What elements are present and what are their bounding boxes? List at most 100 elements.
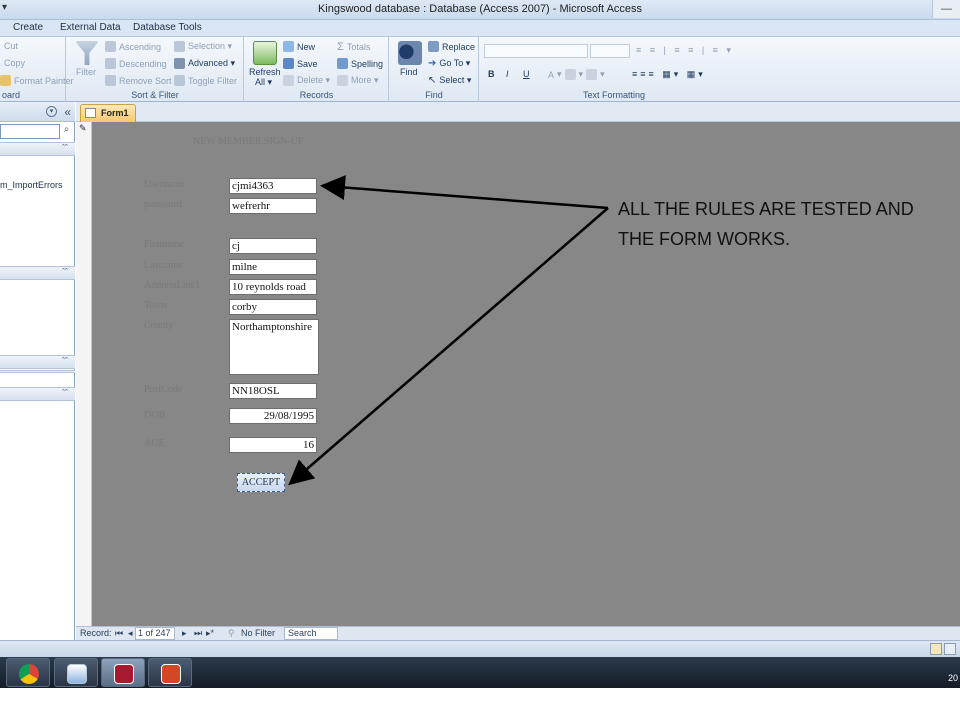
new-record-nav-button[interactable]: ▸* <box>206 628 214 639</box>
taskbar-strip: 20 <box>0 657 960 688</box>
format-painter-button[interactable]: Format Painter <box>0 75 74 86</box>
copy-button[interactable]: Copy <box>4 58 25 68</box>
filter-button[interactable]: Filter <box>76 67 96 77</box>
fill-icon <box>586 69 598 80</box>
new-record-button[interactable]: New <box>283 41 315 52</box>
tab-database-tools[interactable]: Database Tools <box>133 22 202 33</box>
selection-button[interactable]: Selection ▾ <box>174 41 232 52</box>
save-icon <box>283 58 294 69</box>
network-icon <box>67 664 87 684</box>
collapse-section-icon[interactable]: ˆˆ <box>62 267 68 277</box>
arrow-to-username <box>320 175 609 210</box>
tab-external-data[interactable]: External Data <box>60 22 121 33</box>
nav-section-header[interactable]: ˆˆ <box>0 266 75 280</box>
refresh-all-dropdown[interactable]: All ▾ <box>255 77 272 88</box>
spelling-button[interactable]: Spelling <box>337 58 383 69</box>
next-record-button[interactable]: ▸ <box>182 628 187 639</box>
record-position: 1 of 247 <box>138 628 171 638</box>
clipboard-group: Cut Copy Format Painter oard <box>0 37 74 102</box>
refresh-icon <box>253 41 277 65</box>
refresh-all-button[interactable]: Refresh <box>249 67 281 77</box>
taskbar-chrome-button[interactable] <box>6 658 50 687</box>
form-canvas: NEW MEMBER SIGN-UP Username cjmi4363 pas… <box>92 122 960 626</box>
delete-icon <box>283 75 294 86</box>
record-navigation-bar: Record: ⏮ ◂ 1 of 247 ▸ ⏭ ▸* ⚲ No Filter … <box>76 626 960 640</box>
bold-button[interactable]: B <box>488 69 495 79</box>
collapse-section-icon[interactable]: ˆˆ <box>62 143 68 153</box>
last-record-button[interactable]: ⏭ <box>194 628 202 639</box>
toggle-filter-icon <box>174 75 185 86</box>
remove-sort-icon <box>105 75 116 86</box>
tab-form1[interactable]: Form1 <box>80 104 136 122</box>
ascending-button[interactable]: Ascending <box>105 41 161 52</box>
status-bar <box>0 640 960 657</box>
tab-create[interactable]: Create <box>13 22 43 33</box>
ribbon-tabs: Create External Data Database Tools <box>0 20 960 37</box>
nav-section-header[interactable]: ˆˆ <box>0 142 75 156</box>
record-label: Record: <box>80 628 112 638</box>
collapse-nav-pane-icon[interactable]: « <box>64 105 71 119</box>
select-button[interactable]: ↖ Select ▾ <box>428 75 471 86</box>
filter-icon <box>75 41 99 65</box>
sigma-icon: Σ <box>337 41 344 53</box>
go-to-button[interactable]: ➔ Go To ▾ <box>428 58 470 69</box>
format-painter-icon <box>0 75 11 86</box>
annotation-line-1: ALL THE RULES ARE TESTED AND <box>618 199 914 219</box>
find-button[interactable]: Find <box>400 67 418 77</box>
replace-button[interactable]: Replace <box>428 41 475 52</box>
find-group: Find Replace ➔ Go To ▾ ↖ Select ▾ Find <box>390 37 479 102</box>
totals-button[interactable]: Σ Totals <box>337 41 370 53</box>
find-group-label: Find <box>425 90 443 100</box>
font-color-button[interactable]: A ▾ ▾ ▾ <box>548 69 605 80</box>
previous-record-button[interactable]: ◂ <box>128 628 133 639</box>
form-view-icon[interactable] <box>930 643 942 655</box>
document-tab-strip: Form1 <box>76 102 960 122</box>
taskbar-powerpoint-button[interactable] <box>148 658 192 687</box>
advanced-button[interactable]: Advanced ▾ <box>174 58 235 69</box>
edit-pencil-icon: ✎ <box>79 123 87 133</box>
nav-item-import-errors[interactable]: m_ImportErrors <box>0 180 63 190</box>
collapse-section-icon[interactable]: ˆˆ <box>62 356 68 366</box>
italic-button[interactable]: I <box>506 69 509 79</box>
form-icon <box>85 108 96 118</box>
cut-button[interactable]: Cut <box>4 41 18 51</box>
no-filter-button[interactable]: No Filter <box>241 628 275 638</box>
powerpoint-icon <box>161 664 181 684</box>
descending-button[interactable]: Descending <box>105 58 167 69</box>
collapse-section-icon[interactable]: ˆˆ <box>62 388 68 398</box>
text-formatting-group: ≡ ≡ | ≡ ≡ | ≡ ▾ B I U A ▾ ▾ ▾ ≡≡≡ ▦▾ ▦▾ T… <box>480 37 748 102</box>
sort-ascending-icon <box>105 41 116 52</box>
record-selector[interactable]: ✎ <box>76 122 92 626</box>
taskbar: 20 <box>0 657 960 720</box>
save-record-button[interactable]: Save <box>283 58 318 69</box>
taskbar-network-button[interactable] <box>54 658 98 687</box>
spelling-icon <box>337 58 348 69</box>
delete-record-button[interactable]: Delete ▾ <box>283 75 330 86</box>
title-bar: ▾ Kingswood database : Database (Access … <box>0 0 960 20</box>
layout-view-icon[interactable] <box>944 643 956 655</box>
remove-sort-button[interactable]: Remove Sort <box>105 75 172 86</box>
taskbar-clock: 20 <box>947 673 958 683</box>
toggle-filter-button[interactable]: Toggle Filter <box>174 75 237 86</box>
more-button[interactable]: More ▾ <box>337 75 379 86</box>
taskbar-access-button[interactable] <box>101 658 145 687</box>
nav-section-header[interactable]: ˆˆ <box>0 355 75 369</box>
records-group-label: Records <box>299 90 334 100</box>
record-search-placeholder: Search <box>288 628 317 638</box>
nav-section-header[interactable]: ˆˆ <box>0 387 75 401</box>
first-record-button[interactable]: ⏮ <box>115 628 123 639</box>
underline-button[interactable]: U <box>523 69 530 79</box>
binoculars-icon <box>398 41 422 65</box>
nav-menu-dropdown-icon[interactable]: ▾ <box>46 106 57 117</box>
align-buttons[interactable]: ≡≡≡ ▦▾ ▦▾ <box>632 69 706 80</box>
more-icon <box>337 75 348 86</box>
search-icon[interactable]: ⌕ <box>60 124 73 139</box>
annotation-text: ALL THE RULES ARE TESTED AND THE FORM WO… <box>618 194 948 254</box>
list-buttons[interactable]: ≡ ≡ | ≡ ≡ | ≡ ▾ <box>636 45 734 56</box>
font-size-dropdown[interactable] <box>590 44 630 58</box>
clipboard-group-label: oard <box>2 90 21 100</box>
font-name-dropdown[interactable] <box>484 44 588 58</box>
window-minimize-button[interactable]: — <box>932 0 960 18</box>
nav-search-input[interactable] <box>0 124 60 139</box>
sort-filter-group-label: Sort & Filter <box>131 90 179 100</box>
